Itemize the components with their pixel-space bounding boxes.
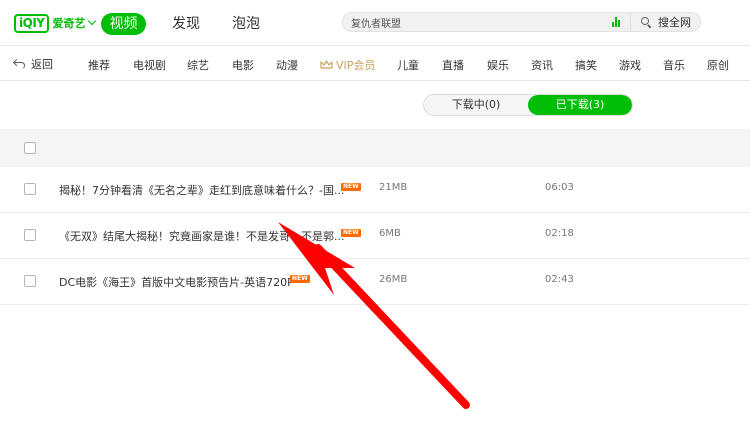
tab-downloading[interactable]: 下载中(0) xyxy=(424,95,528,115)
category-music[interactable]: 音乐 xyxy=(663,57,685,73)
top-header: iQIY 爱奇艺 视频 发现 泡泡 搜全网 xyxy=(0,0,750,46)
duration: 02:43 xyxy=(545,274,574,285)
back-button[interactable]: 返回 xyxy=(14,56,53,72)
list-header xyxy=(0,129,750,167)
trending-bars-icon[interactable] xyxy=(612,17,622,27)
search-box xyxy=(342,12,631,32)
search-icon xyxy=(641,16,652,28)
row-checkbox[interactable] xyxy=(24,229,36,241)
category-live[interactable]: 直播 xyxy=(442,57,464,73)
new-badge: NEW xyxy=(290,275,310,283)
category-vip-label: VIP会员 xyxy=(336,59,376,72)
video-title[interactable]: 揭秘！7分钟看清《无名之辈》走红到底意味着什么？-国... xyxy=(59,182,344,198)
file-size: 21MB xyxy=(379,182,408,193)
iqiyi-logo[interactable]: iQIY 爱奇艺 xyxy=(14,13,97,33)
download-tabs: 下载中(0) 已下载(3) xyxy=(423,94,633,116)
category-games[interactable]: 游戏 xyxy=(619,57,641,73)
search-input[interactable] xyxy=(351,13,601,31)
download-row[interactable]: 揭秘！7分钟看清《无名之辈》走红到底意味着什么？-国... NEW 21MB 0… xyxy=(0,167,750,213)
back-arrow-icon xyxy=(14,59,26,69)
nav-tab-video[interactable]: 视频 xyxy=(101,13,146,35)
search-all-button[interactable]: 搜全网 xyxy=(631,12,701,32)
logo-text: 爱奇艺 xyxy=(52,17,86,30)
row-checkbox[interactable] xyxy=(24,183,36,195)
nav-tab-discover[interactable]: 发现 xyxy=(172,13,200,35)
tab-downloaded[interactable]: 已下载(3) xyxy=(528,95,632,115)
category-bar: 返回 推荐 电视剧 综艺 电影 动漫 VIP会员 儿童 直播 娱乐 资讯 搞笑 … xyxy=(0,46,750,81)
category-vip[interactable]: VIP会员 xyxy=(320,57,375,73)
category-recommend[interactable]: 推荐 xyxy=(88,57,110,73)
category-original[interactable]: 原创 xyxy=(707,57,729,73)
category-news[interactable]: 资讯 xyxy=(531,57,553,73)
category-funny[interactable]: 搞笑 xyxy=(575,57,597,73)
file-size: 26MB xyxy=(379,274,408,285)
select-all-checkbox[interactable] xyxy=(24,142,36,154)
new-badge: NEW xyxy=(341,183,361,191)
category-kids[interactable]: 儿童 xyxy=(397,57,419,73)
row-checkbox[interactable] xyxy=(24,275,36,287)
search-all-label: 搜全网 xyxy=(658,16,691,29)
duration: 06:03 xyxy=(545,182,574,193)
category-variety[interactable]: 综艺 xyxy=(187,57,209,73)
category-anime[interactable]: 动漫 xyxy=(276,57,298,73)
crown-icon xyxy=(320,60,333,70)
download-row[interactable]: DC电影《海王》首版中文电影预告片-英语720P NEW 26MB 02:43 xyxy=(0,259,750,305)
video-title[interactable]: DC电影《海王》首版中文电影预告片-英语720P xyxy=(59,274,294,290)
new-badge: NEW xyxy=(341,229,361,237)
category-tv-series[interactable]: 电视剧 xyxy=(133,57,166,73)
chevron-down-icon[interactable] xyxy=(88,16,97,26)
logo-mark: iQIY xyxy=(14,13,50,33)
nav-tab-bubble[interactable]: 泡泡 xyxy=(232,13,260,35)
category-movie[interactable]: 电影 xyxy=(232,57,254,73)
back-label: 返回 xyxy=(31,58,53,71)
duration: 02:18 xyxy=(545,228,574,239)
file-size: 6MB xyxy=(379,228,401,239)
video-title[interactable]: 《无双》结尾大揭秘！究竟画家是谁！不是发哥！不是郭... xyxy=(59,228,345,244)
category-entertainment[interactable]: 娱乐 xyxy=(487,57,509,73)
download-row[interactable]: 《无双》结尾大揭秘！究竟画家是谁！不是发哥！不是郭... NEW 6MB 02:… xyxy=(0,213,750,259)
